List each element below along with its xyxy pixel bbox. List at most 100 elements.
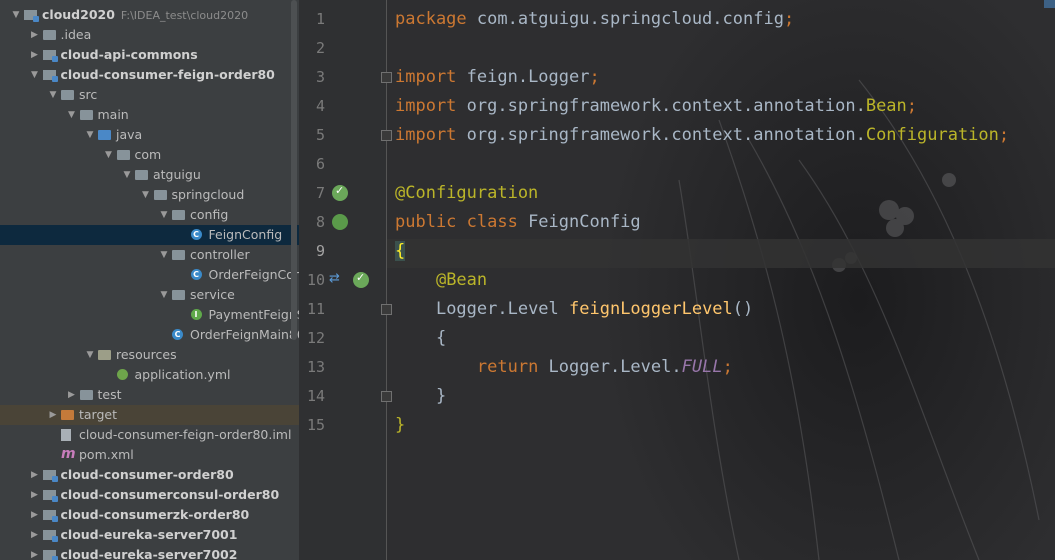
folder-icon bbox=[61, 90, 74, 100]
tree-item[interactable]: ▶ target bbox=[0, 405, 299, 425]
class-icon: C bbox=[190, 269, 202, 280]
iml-file-icon bbox=[61, 429, 71, 441]
code-line: import org.springframework.context.annot… bbox=[395, 125, 1010, 145]
tree-item[interactable]: ▼ cloud-consumer-feign-order80 bbox=[0, 65, 299, 85]
code-editor[interactable]: 123456789101112131415 ⇄ package com.atgu… bbox=[299, 0, 1055, 560]
tree-item[interactable]: m pom.xml bbox=[0, 445, 299, 465]
tree-item-label: cloud-consumer-feign-order80.iml bbox=[79, 427, 292, 442]
tree-item[interactable]: ▶ .idea bbox=[0, 25, 299, 45]
tree-item-label: cloud-consumerconsul-order80 bbox=[60, 487, 280, 502]
navigate-arrow-icon[interactable]: ⇄ bbox=[329, 271, 340, 286]
tree-item[interactable]: ▼ main bbox=[0, 105, 299, 125]
tree-item-label: resources bbox=[116, 347, 177, 362]
code-line: @Configuration bbox=[395, 183, 539, 203]
chevron-down-icon[interactable]: ▼ bbox=[141, 185, 151, 205]
excluded-folder-icon bbox=[61, 410, 74, 420]
folder-icon bbox=[172, 210, 185, 220]
chevron-right-icon[interactable]: ▶ bbox=[30, 505, 40, 525]
tree-item[interactable]: ▶ test bbox=[0, 385, 299, 405]
line-number: 14 bbox=[306, 387, 325, 405]
chevron-right-icon[interactable]: ▶ bbox=[30, 465, 40, 485]
chevron-down-icon[interactable]: ▼ bbox=[122, 165, 132, 185]
tree-item[interactable]: ▼ src bbox=[0, 85, 299, 105]
tree-item[interactable]: ▼ java bbox=[0, 125, 299, 145]
chevron-down-icon[interactable]: ▼ bbox=[159, 245, 169, 265]
tree-item[interactable]: ▼ service bbox=[0, 285, 299, 305]
chevron-right-icon[interactable]: ▶ bbox=[67, 385, 77, 405]
chevron-down-icon[interactable]: ▼ bbox=[85, 345, 95, 365]
fold-marker-icon[interactable] bbox=[381, 72, 392, 83]
class-icon: C bbox=[190, 229, 202, 240]
tree-item[interactable]: ▼ atguigu bbox=[0, 165, 299, 185]
code-line: import org.springframework.context.annot… bbox=[395, 96, 918, 116]
tree-item-label: cloud-consumer-feign-order80 bbox=[60, 67, 275, 82]
module-folder-icon bbox=[42, 510, 58, 522]
tree-item-label: config bbox=[190, 207, 229, 222]
code-line: package com.atguigu.springcloud.config; bbox=[395, 9, 795, 29]
chevron-down-icon[interactable]: ▼ bbox=[67, 105, 77, 125]
chevron-down-icon[interactable]: ▼ bbox=[48, 85, 58, 105]
tree-scrollbar[interactable] bbox=[291, 0, 297, 340]
current-line-highlight bbox=[387, 239, 1055, 268]
tree-item[interactable]: ▶ cloud-consumerzk-order80 bbox=[0, 505, 299, 525]
tree-item[interactable]: application.yml bbox=[0, 365, 299, 385]
fold-marker-icon[interactable] bbox=[381, 304, 392, 315]
gutter-divider bbox=[386, 0, 387, 560]
chevron-down-icon[interactable]: ▼ bbox=[159, 285, 169, 305]
chevron-right-icon[interactable]: ▶ bbox=[30, 525, 40, 545]
chevron-down-icon[interactable]: ▼ bbox=[11, 5, 21, 25]
module-folder-icon bbox=[42, 530, 58, 542]
tree-item-label: cloud-eureka-server7002 bbox=[60, 547, 238, 560]
bean-gutter-icon[interactable] bbox=[353, 271, 369, 288]
chevron-down-icon[interactable]: ▼ bbox=[159, 205, 169, 225]
code-line: public class FeignConfig bbox=[395, 212, 641, 232]
fold-marker-icon[interactable] bbox=[381, 391, 392, 402]
fold-marker-icon[interactable] bbox=[381, 130, 392, 141]
chevron-down-icon[interactable]: ▼ bbox=[30, 65, 40, 85]
tree-item[interactable]: ▼ controller bbox=[0, 245, 299, 265]
scroll-marker bbox=[1044, 0, 1055, 8]
bean-gutter-icon[interactable] bbox=[332, 184, 348, 201]
line-number: 8 bbox=[315, 213, 325, 231]
tree-item[interactable]: ▶ cloud-eureka-server7001 bbox=[0, 525, 299, 545]
line-number: 5 bbox=[315, 126, 325, 144]
line-number: 10 bbox=[306, 271, 325, 289]
code-line: { bbox=[435, 328, 447, 348]
line-number: 6 bbox=[315, 155, 325, 173]
chevron-down-icon[interactable]: ▼ bbox=[85, 125, 95, 145]
tree-item[interactable]: ▼ springcloud bbox=[0, 185, 299, 205]
code-line: { bbox=[395, 241, 406, 261]
spring-config-gutter-icon[interactable] bbox=[332, 214, 348, 230]
tree-item[interactable]: ▼ cloud2020 F:\IDEA_test\cloud2020 bbox=[0, 5, 299, 25]
tree-item[interactable]: ▶ cloud-consumerconsul-order80 bbox=[0, 485, 299, 505]
tree-item[interactable]: ▶ cloud-consumer-order80 bbox=[0, 465, 299, 485]
tree-item-label: target bbox=[79, 407, 118, 422]
tree-item[interactable]: ▼ com bbox=[0, 145, 299, 165]
tree-item[interactable]: C OrderFeignMain80 bbox=[0, 325, 299, 345]
chevron-right-icon[interactable]: ▶ bbox=[30, 485, 40, 505]
tree-item[interactable]: ▶ cloud-api-commons bbox=[0, 45, 299, 65]
tree-item[interactable]: ▼ resources bbox=[0, 345, 299, 365]
tree-item[interactable]: ▶ cloud-eureka-server7002 bbox=[0, 545, 299, 560]
chevron-right-icon[interactable]: ▶ bbox=[30, 25, 40, 45]
chevron-down-icon[interactable]: ▼ bbox=[104, 145, 114, 165]
folder-icon bbox=[172, 290, 185, 300]
line-number: 12 bbox=[306, 329, 325, 347]
tree-item[interactable]: C FeignConfig bbox=[0, 225, 299, 245]
tree-item[interactable]: ▼ config bbox=[0, 205, 299, 225]
chevron-right-icon[interactable]: ▶ bbox=[30, 45, 40, 65]
tree-item-label: cloud-eureka-server7001 bbox=[60, 527, 238, 542]
line-number: 7 bbox=[315, 184, 325, 202]
module-folder-icon bbox=[42, 50, 58, 62]
tree-item-label: springcloud bbox=[171, 187, 245, 202]
tree-item-label: FeignConfig bbox=[208, 227, 283, 242]
chevron-right-icon[interactable]: ▶ bbox=[30, 545, 40, 560]
chevron-right-icon[interactable]: ▶ bbox=[48, 405, 58, 425]
source-folder-icon bbox=[98, 130, 111, 140]
tree-item[interactable]: C OrderFeignController bbox=[0, 265, 299, 285]
tree-item[interactable]: cloud-consumer-feign-order80.iml bbox=[0, 425, 299, 445]
line-number: 1 bbox=[315, 10, 325, 28]
tree-item[interactable]: I PaymentFeignService bbox=[0, 305, 299, 325]
tree-item-label: .idea bbox=[60, 27, 92, 42]
line-number: 13 bbox=[306, 358, 325, 376]
